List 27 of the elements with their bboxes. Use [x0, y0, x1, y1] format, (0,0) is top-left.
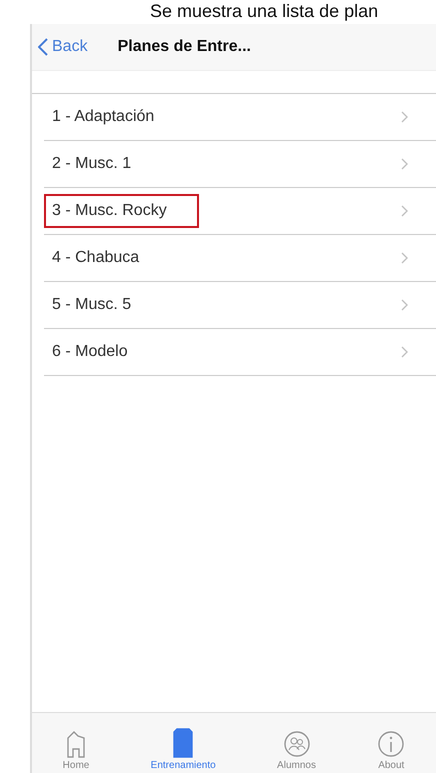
plan-list-item[interactable]: 3 - Musc. Rocky	[44, 188, 436, 235]
house-icon	[66, 730, 86, 758]
plan-name: 2 - Musc. 1	[51, 154, 132, 174]
chevron-right-icon	[401, 158, 408, 170]
plan-list-item[interactable]: 5 - Musc. 5	[44, 282, 436, 329]
people-icon	[282, 730, 310, 758]
plan-name: 3 - Musc. Rocky	[44, 194, 199, 228]
info-icon	[377, 730, 406, 758]
chevron-right-icon	[401, 205, 408, 217]
caption-text: Se muestra una lista de plan	[149, 0, 380, 23]
page-title: Planes de Entre...	[118, 38, 251, 56]
chevron-right-icon	[401, 252, 408, 264]
plan-list-item[interactable]: 6 - Modelo	[44, 329, 436, 376]
chevron-right-icon	[401, 299, 408, 311]
plan-name: 4 - Chabuca	[51, 248, 140, 268]
chevron-left-icon	[38, 38, 48, 56]
plan-list-item[interactable]: 4 - Chabuca	[44, 235, 436, 282]
plan-list-item[interactable]: 1 - Adaptación	[44, 94, 436, 141]
plan-name: 5 - Musc. 5	[51, 295, 132, 315]
plan-name: 6 - Modelo	[51, 342, 129, 362]
plan-name: 1 - Adaptación	[51, 107, 156, 127]
back-button[interactable]: Back	[38, 38, 88, 56]
chevron-right-icon	[401, 346, 408, 358]
tab[interactable]: Entrenamiento	[150, 713, 216, 773]
plan-list-item[interactable]: 2 - Musc. 1	[44, 141, 436, 188]
chevron-right-icon	[401, 111, 408, 123]
notebook-icon	[172, 728, 194, 758]
